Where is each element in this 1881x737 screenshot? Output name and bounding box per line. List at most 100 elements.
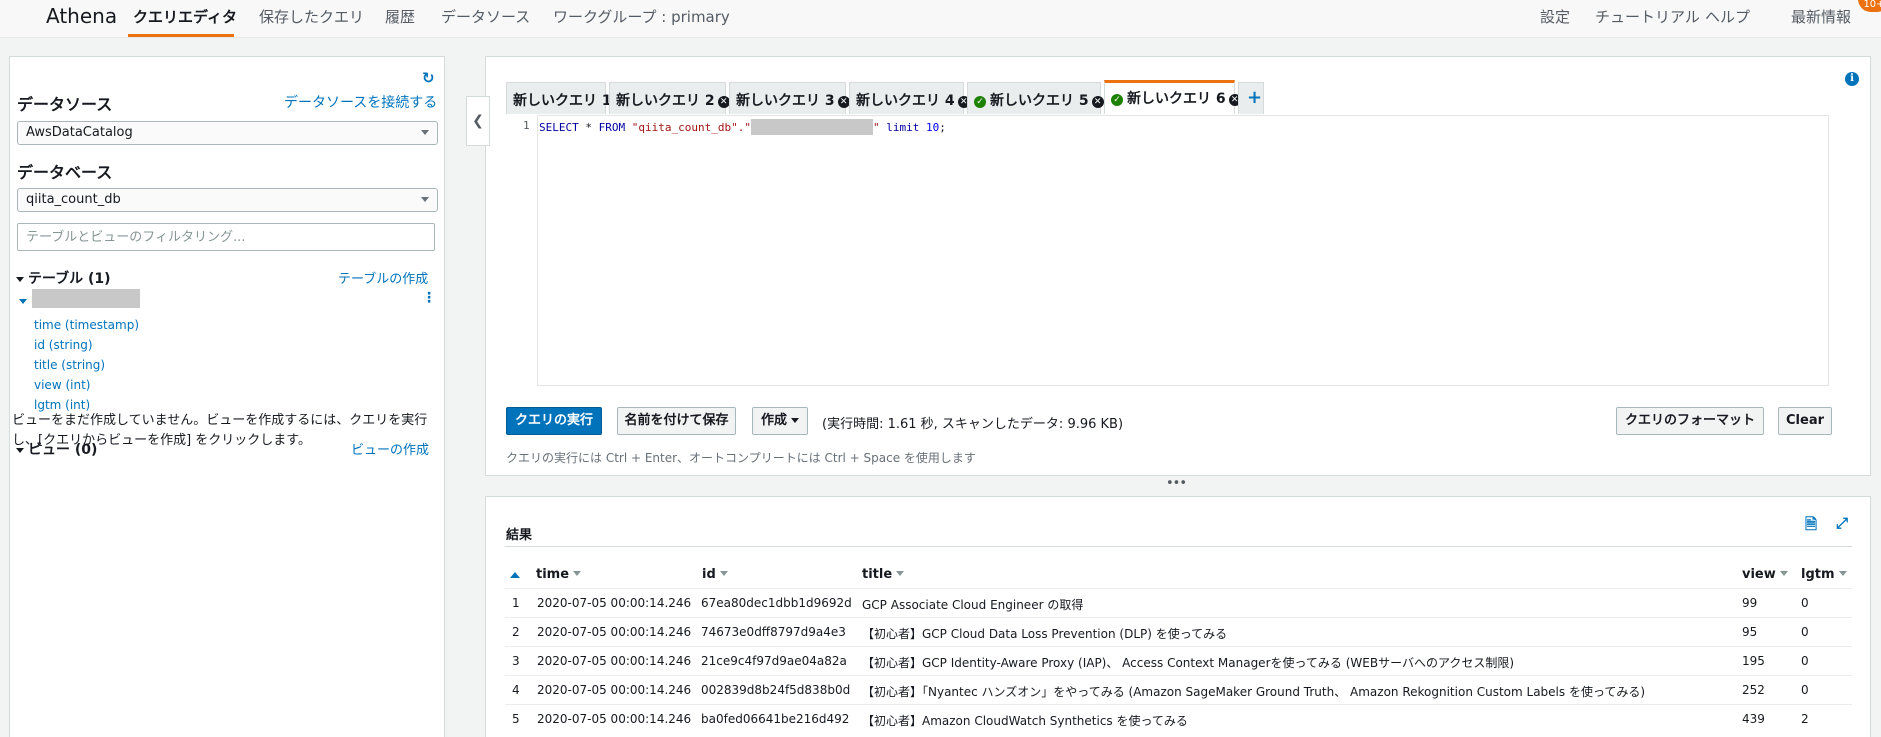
tab-label: 新しいクエリ 4 xyxy=(856,93,955,109)
database-select-value: qiita_count_db xyxy=(26,192,121,207)
tab-query-1[interactable]: 新しいクエリ 1 xyxy=(506,82,612,114)
nav-data-sources[interactable]: データソース xyxy=(441,6,530,27)
column-id[interactable]: id (string) xyxy=(34,338,93,352)
database-select[interactable]: qiita_count_db xyxy=(17,188,438,212)
tab-label: 新しいクエリ 1 xyxy=(513,93,612,109)
cell-view: 252 xyxy=(1742,683,1765,697)
tab-query-3[interactable]: 新しいクエリ 3 ✕ xyxy=(729,82,850,114)
nav-whats-new[interactable]: 最新情報 xyxy=(1791,6,1851,27)
tables-section-toggle[interactable]: テーブル (1) xyxy=(16,268,111,288)
active-nav-underline xyxy=(128,34,234,37)
sql-editor[interactable] xyxy=(537,115,1829,386)
refresh-icon[interactable]: ↻ xyxy=(422,69,435,87)
cell-lgtm: 2 xyxy=(1801,712,1809,726)
cell-time: 2020-07-05 00:00:14.246 xyxy=(537,596,692,610)
datasource-select[interactable]: AwsDataCatalog xyxy=(17,121,438,145)
download-csv-icon[interactable]: 🗎 xyxy=(1805,514,1817,539)
tab-label: 新しいクエリ 3 xyxy=(736,93,835,109)
column-header-lgtm[interactable]: lgtm xyxy=(1801,567,1847,582)
save-as-button[interactable]: 名前を付けて保存 xyxy=(617,407,736,435)
success-check-icon: ✓ xyxy=(1111,94,1123,106)
create-table-link[interactable]: テーブルの作成 xyxy=(338,268,428,287)
chevron-down-icon xyxy=(791,418,799,423)
column-header-id[interactable]: id xyxy=(702,567,728,582)
app-brand[interactable]: Athena xyxy=(46,4,117,28)
nav-saved-queries[interactable]: 保存したクエリ xyxy=(259,6,364,27)
cell-title: 【初心者】GCP Identity-Aware Proxy (IAP)、 Acc… xyxy=(862,656,1515,670)
row-number: 1 xyxy=(512,596,520,610)
sql-text: ; xyxy=(939,121,946,134)
cell-time: 2020-07-05 00:00:14.246 xyxy=(537,625,692,639)
column-view[interactable]: view (int) xyxy=(34,378,90,392)
tab-query-6[interactable]: ✓ 新しいクエリ 6 ✕ xyxy=(1104,80,1241,114)
collapse-sidebar-button[interactable]: ❮ xyxy=(466,96,490,146)
column-lgtm[interactable]: lgtm (int) xyxy=(34,398,90,412)
database-label: データベース xyxy=(17,163,113,182)
column-header-title[interactable]: title xyxy=(862,567,905,582)
tab-label: 新しいクエリ 6 xyxy=(1127,91,1226,107)
table-caret-icon[interactable] xyxy=(19,299,27,304)
create-dropdown-button[interactable]: 作成 xyxy=(752,407,808,435)
table-row: 4 2020-07-05 00:00:14.246 002839d8b24f5d… xyxy=(505,675,1852,704)
table-options-icon[interactable]: ⋮ xyxy=(422,291,436,305)
clear-button[interactable]: Clear xyxy=(1778,407,1832,435)
sort-icon xyxy=(1838,571,1847,576)
connect-datasource-link[interactable]: データソースを接続する xyxy=(284,92,437,112)
resize-handle-icon[interactable]: ••• xyxy=(1166,476,1187,491)
column-header-view[interactable]: view xyxy=(1742,567,1788,582)
close-icon[interactable]: ✕ xyxy=(1091,96,1104,108)
tab-query-2[interactable]: 新しいクエリ 2 ✕ xyxy=(609,82,730,114)
table-name-redacted xyxy=(750,119,873,135)
chevron-down-icon xyxy=(421,197,429,202)
close-icon[interactable]: ✕ xyxy=(717,96,730,108)
datasource-label: データソース xyxy=(17,95,113,114)
table-row: 2 2020-07-05 00:00:14.246 74673e0dff8797… xyxy=(505,617,1852,646)
cell-title: 【初心者】「Nyantec ハンズオン」をやってみる (Amazon SageM… xyxy=(862,685,1646,699)
column-time[interactable]: time (timestamp) xyxy=(34,318,139,332)
cell-view: 95 xyxy=(1742,625,1758,639)
cell-time: 2020-07-05 00:00:14.246 xyxy=(537,683,692,697)
cell-lgtm: 0 xyxy=(1801,683,1809,697)
nav-settings[interactable]: 設定 xyxy=(1540,6,1570,27)
row-number: 2 xyxy=(512,625,520,639)
cell-lgtm: 0 xyxy=(1801,654,1809,668)
add-tab-button[interactable]: + xyxy=(1238,82,1264,114)
chevron-down-icon xyxy=(421,130,429,135)
table-filter-input[interactable] xyxy=(17,223,435,251)
column-title[interactable]: title (string) xyxy=(34,358,105,372)
cell-title: GCP Associate Cloud Engineer の取得 xyxy=(862,598,1084,612)
table-row: 1 2020-07-05 00:00:14.246 67ea80dec1dbb1… xyxy=(505,588,1852,617)
create-button-label: 作成 xyxy=(760,413,787,428)
tab-query-4[interactable]: 新しいクエリ 4 ✕ xyxy=(849,82,970,114)
info-icon[interactable]: i xyxy=(1845,72,1859,86)
nav-history[interactable]: 履歴 xyxy=(385,6,415,27)
column-header-time[interactable]: time xyxy=(536,567,582,582)
format-query-button[interactable]: クエリのフォーマット xyxy=(1616,407,1764,435)
sort-icon xyxy=(1779,571,1788,576)
row-number: 5 xyxy=(512,712,520,726)
tab-query-5[interactable]: ✓ 新しいクエリ 5 ✕ xyxy=(967,82,1104,114)
nav-tutorial[interactable]: チュートリアル xyxy=(1595,6,1700,27)
nav-query-editor[interactable]: クエリエディタ xyxy=(133,6,237,27)
nav-workgroup[interactable]: ワークグループ : primary xyxy=(553,6,730,27)
tab-label: 新しいクエリ 2 xyxy=(616,93,715,109)
close-icon[interactable]: ✕ xyxy=(837,96,850,108)
sort-ascending-icon[interactable] xyxy=(510,572,520,578)
cell-lgtm: 0 xyxy=(1801,596,1809,610)
cell-id: ba0fed06641be216d492 xyxy=(701,712,850,726)
sql-number: 10 xyxy=(925,121,940,134)
cell-view: 99 xyxy=(1742,596,1758,610)
cell-lgtm: 0 xyxy=(1801,625,1809,639)
sidebar-panel: ↻ データソース データソースを接続する AwsDataCatalog データベ… xyxy=(9,56,445,737)
expand-icon[interactable]: ⤢ xyxy=(1836,514,1848,532)
sort-icon xyxy=(896,571,905,576)
tables-label: テーブル (1) xyxy=(28,271,111,287)
table-row: 3 2020-07-05 00:00:14.246 21ce9c4f97d9ae… xyxy=(505,646,1852,675)
table-name-redacted[interactable] xyxy=(32,289,140,308)
run-query-button[interactable]: クエリの実行 xyxy=(506,407,602,435)
nav-help[interactable]: ヘルプ xyxy=(1705,6,1750,27)
cell-title: 【初心者】Amazon CloudWatch Synthetics を使ってみる xyxy=(862,714,1188,728)
sql-code-line[interactable]: SELECT * FROM "qiita_count_db"." " limit … xyxy=(539,119,946,135)
table-row: 5 2020-07-05 00:00:14.246 ba0fed06641be2… xyxy=(505,704,1852,733)
cell-id: 21ce9c4f97d9ae04a82a xyxy=(701,654,847,668)
